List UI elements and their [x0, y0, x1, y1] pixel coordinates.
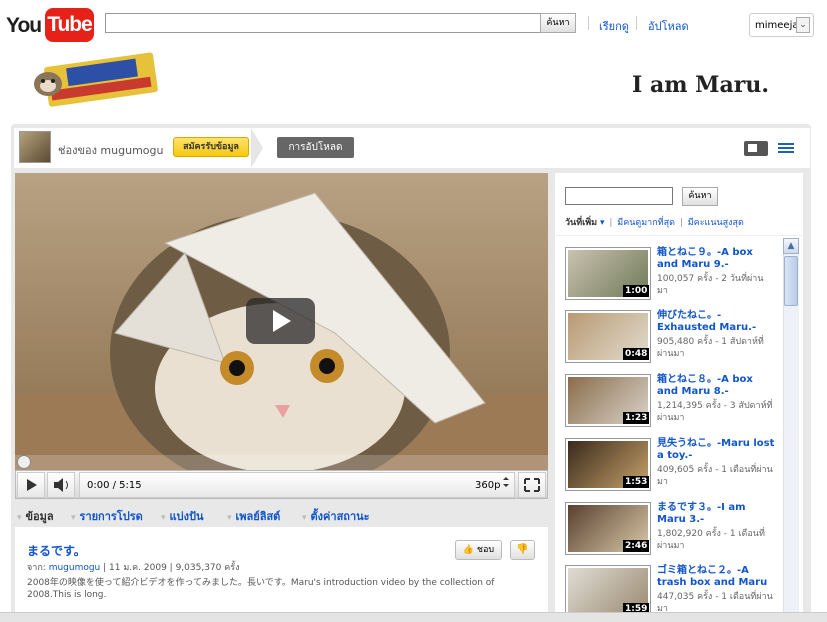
video-meta: 1,802,920 ครั้ง - 1 เดือนที่ผ่านมา — [657, 529, 765, 551]
divider — [636, 16, 637, 30]
video-meta: 905,480 ครั้ง - 1 สัปดาห์ที่ผ่านมา — [657, 337, 764, 359]
tab-favorites[interactable]: รายการโปรด — [71, 507, 143, 525]
channel-search-input[interactable] — [565, 187, 673, 205]
logo-tube-text: Tube — [45, 8, 94, 42]
duration-badge: 1:53 — [623, 476, 650, 488]
divider: | — [609, 218, 613, 228]
author-link[interactable]: mugumogu — [49, 563, 101, 573]
video-description: 2008年の映像を使って紹介ビデオを作ってみました。長いです。Maru's in… — [27, 578, 495, 600]
video-meta: 409,605 ครั้ง - 1 เดือนที่ผ่านมา — [657, 465, 773, 487]
like-button[interactable]: 👍 ชอบ — [455, 540, 502, 560]
duration-badge: 1:23 — [623, 412, 650, 424]
chevron-down-icon[interactable]: ⌄ — [796, 17, 810, 33]
tab-uploads[interactable]: การอัปโหลด — [277, 137, 354, 158]
banner-cat-image — [34, 52, 158, 107]
list-item[interactable]: 2:46 まるです３。-I am Maru 3.- 1,802,920 ครั้… — [563, 500, 778, 560]
tab-share[interactable]: แบ่งปัน — [161, 507, 204, 525]
time-display: 0:00 / 5:15 — [87, 480, 142, 491]
upload-date: 11 ม.ค. 2009 — [109, 563, 167, 573]
thumbs-down-icon: 👎 — [516, 544, 529, 555]
play-button[interactable] — [17, 472, 45, 498]
video-meta: 100,057 ครั้ง - 2 วันที่ผ่านมา — [657, 274, 764, 296]
dislike-button[interactable]: 👎 — [510, 540, 535, 560]
volume-button[interactable] — [47, 472, 75, 498]
avatar[interactable] — [19, 131, 51, 163]
video-link[interactable]: 箱とねこ９。-A box and Maru 9.- — [657, 247, 777, 271]
scrollbar-thumb[interactable] — [784, 256, 798, 306]
sort-options: วันที่เพิ่ม ▾ | มีคนดูมากที่สุด | มีคะแน… — [565, 215, 744, 229]
duration-badge: 2:46 — [623, 540, 650, 552]
divider: | — [679, 218, 683, 228]
duration-badge: 0:48 — [623, 348, 650, 360]
sort-date[interactable]: วันที่เพิ่ม — [565, 218, 597, 228]
sort-rating[interactable]: มีคะแนนสูงสุด — [688, 218, 744, 228]
search-input[interactable] — [105, 13, 541, 33]
logo-you-text: You — [6, 14, 42, 37]
scrub-handle[interactable] — [17, 455, 31, 469]
quality-selector[interactable]: 360p — [475, 480, 500, 491]
list-item[interactable]: 1:23 箱とねこ８。-A box and Maru 8.- 1,214,395… — [563, 372, 778, 432]
play-icon — [27, 479, 37, 491]
tab-info[interactable]: ข้อมูล — [17, 507, 54, 525]
fullscreen-icon — [524, 478, 540, 492]
channel-search-button[interactable]: ค้นหา — [682, 187, 718, 206]
caret-down-icon[interactable]: ▾ — [600, 218, 605, 228]
quality-arrows-icon[interactable] — [501, 476, 511, 488]
youtube-logo[interactable]: You Tube — [6, 8, 94, 42]
from-label: จาก: — [27, 563, 46, 573]
browse-link[interactable]: เรียกดู — [599, 17, 629, 35]
play-overlay-button[interactable] — [246, 298, 315, 344]
view-count: 9,035,370 ครั้ง — [175, 563, 240, 573]
scroll-up-icon[interactable]: ▲ — [783, 238, 799, 254]
fullscreen-button[interactable] — [518, 472, 546, 498]
video-link[interactable]: 伸びたねこ。-Exhausted Maru.- — [657, 310, 777, 334]
video-meta: จาก: mugumogu | 11 ม.ค. 2009 | 9,035,370… — [27, 563, 240, 573]
like-label: ชอบ — [476, 545, 495, 555]
channel-name: ช่องของ mugumogu — [58, 144, 164, 157]
tab-flag[interactable]: ตั้งค่าสถานะ — [302, 507, 370, 525]
youtube-channel-page: You Tube ค้นหา เรียกดู อัปโหลด mimeeja ⌄… — [0, 0, 827, 622]
user-menu[interactable]: mimeeja ⌄ — [749, 13, 814, 37]
divider — [588, 16, 589, 30]
upload-link[interactable]: อัปโหลด — [648, 17, 689, 35]
volume-icon — [54, 478, 68, 492]
duration-badge: 1:00 — [623, 285, 650, 297]
breadcrumb-chevron — [251, 128, 263, 168]
list-item[interactable]: 1:00 箱とねこ９。-A box and Maru 9.- 100,057 ค… — [563, 245, 778, 305]
list-item[interactable]: 0:48 伸びたねこ。-Exhausted Maru.- 905,480 ครั… — [563, 308, 778, 368]
video-link[interactable]: まるです３。-I am Maru 3.- — [657, 502, 777, 526]
username: mimeeja — [755, 20, 799, 31]
video-link[interactable]: 箱とねこ８。-A box and Maru 8.- — [657, 374, 777, 398]
sort-views[interactable]: มีคนดูมากที่สุด — [617, 218, 675, 228]
search-button[interactable]: ค้นหา — [540, 13, 576, 33]
time-display-box — [79, 472, 515, 498]
tab-playlists[interactable]: เพลย์ลิสต์ — [227, 507, 281, 525]
window-bottom-edge — [0, 612, 827, 622]
subscribe-button[interactable]: สมัครรับข้อมูล — [173, 137, 249, 157]
thumbs-up-icon: 👍 — [462, 545, 475, 555]
video-link[interactable]: 見失うねこ。-Maru lost a toy.- — [657, 438, 777, 462]
progress-bar[interactable] — [15, 455, 548, 470]
list-item[interactable]: 1:53 見失うねこ。-Maru lost a toy.- 409,605 คร… — [563, 436, 778, 496]
video-meta: 1,214,395 ครั้ง - 3 สัปดาห์ที่ผ่านมา — [657, 401, 773, 423]
banner-title: I am Maru. — [632, 72, 769, 98]
video-link[interactable]: ゴミ箱とねこ２。-A trash box and Maru — [657, 565, 777, 589]
player-view-icon[interactable] — [744, 141, 768, 156]
grid-view-icon[interactable] — [778, 143, 794, 154]
video-title: まるです。 — [27, 544, 86, 558]
